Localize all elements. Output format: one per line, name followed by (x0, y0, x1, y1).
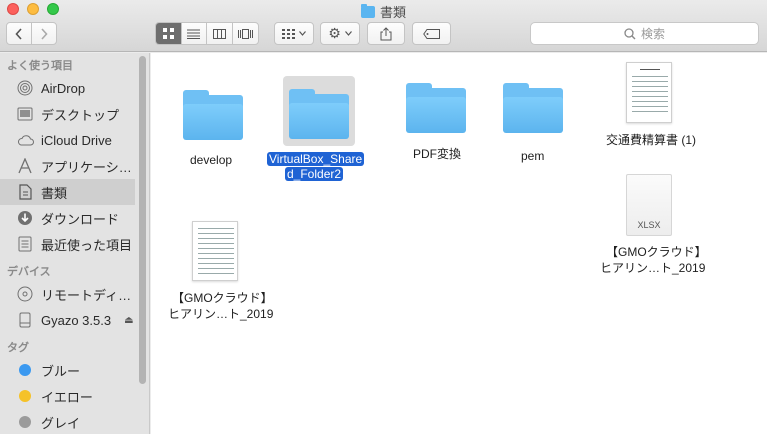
sidebar-section-favorites-header: よく使う項目 (7, 60, 73, 72)
desktop-icon (16, 105, 34, 123)
sidebar-item-remote-disc[interactable]: リモートディ… (0, 281, 135, 307)
sidebar-item-label: イエロー (41, 389, 93, 405)
icon-view-button[interactable] (156, 23, 182, 44)
sidebar-item-label: AirDrop (41, 80, 86, 96)
edit-tags-button[interactable] (412, 22, 451, 45)
sidebar-item-label: 書類 (41, 185, 68, 201)
tag-color-dot-icon (16, 387, 34, 405)
sidebar-item-tag-yellow[interactable]: イエロー (0, 383, 135, 409)
column-view-button[interactable] (207, 23, 233, 44)
tag-icon (422, 28, 440, 39)
sidebar-section-tags-header: タグ (7, 342, 29, 354)
sidebar-item-tag-blue[interactable]: ブルー (0, 357, 135, 383)
window-title-text: 書類 (379, 5, 406, 20)
sidebar-item-documents[interactable]: 書類 (0, 179, 135, 205)
sidebar-item-label: デスクトップ (41, 107, 120, 123)
sidebar-section-devices-header: デバイス (7, 266, 51, 278)
file-name-line1: 【GMOクラウド】 (606, 245, 707, 259)
documents-icon (16, 183, 34, 201)
nav-buttons (6, 22, 57, 45)
sidebar-item-label: アプリケーシ… (41, 159, 132, 175)
sidebar: よく使う項目 AirDrop デスクトップ iCloud Drive アプリケー… (0, 53, 150, 434)
sidebar-item-icloud-drive[interactable]: iCloud Drive (0, 127, 135, 153)
recents-icon (16, 235, 34, 253)
sidebar-item-label: Gyazo 3.5.3 (41, 312, 112, 328)
action-button[interactable]: ⚙ (320, 22, 360, 45)
sidebar-item-gyazo[interactable]: Gyazo 3.5.3 ⏏ (0, 307, 135, 333)
file-name-line1: VirtualBox_Share (267, 152, 365, 166)
document-thumbnail-icon (192, 221, 238, 281)
remote-disc-icon (16, 285, 34, 303)
list-lines-icon (187, 29, 201, 39)
chevron-right-icon (41, 27, 48, 40)
sidebar-scrollbar[interactable] (139, 56, 146, 384)
sidebar-item-recents[interactable]: 最近使った項目 (0, 231, 135, 257)
search-placeholder: 検索 (640, 27, 665, 41)
sidebar-item-downloads[interactable]: ダウンロード (0, 205, 135, 231)
file-name-line2: d_Folder2 (285, 167, 344, 181)
arrange-button[interactable] (274, 22, 314, 45)
file-name: pem (521, 149, 545, 163)
sidebar-item-label: グレイ (41, 415, 81, 431)
list-view-button[interactable] (182, 23, 207, 44)
gear-icon: ⚙ (328, 25, 341, 41)
icon-grid-icon (162, 28, 174, 39)
chevron-down-icon (299, 31, 306, 36)
search-icon (624, 27, 636, 39)
document-thumbnail-icon (626, 62, 672, 123)
cover-flow-view-button[interactable] (233, 23, 258, 44)
downloads-icon (16, 209, 34, 227)
search-field[interactable]: 検索 (530, 22, 759, 45)
share-icon (380, 26, 392, 40)
file-name: 交通費精算書 (1) (606, 133, 697, 147)
sidebar-item-label: 最近使った項目 (41, 237, 133, 253)
file-name-line2: ヒアリン…ト_2019 (168, 307, 274, 321)
view-mode-control (155, 22, 259, 45)
arrange-grid-icon (282, 28, 295, 39)
file-name: develop (190, 153, 233, 167)
cloud-icon (16, 131, 34, 149)
window-toolbar: 書類 ⚙ 検索 (0, 0, 767, 52)
sidebar-item-label: iCloud Drive (41, 132, 112, 148)
sidebar-item-applications[interactable]: アプリケーシ… (0, 153, 135, 179)
applications-icon (16, 157, 34, 175)
sidebar-item-tag-gray[interactable]: グレイ (0, 409, 135, 434)
file-name: PDF変換 (413, 147, 462, 161)
columns-icon (212, 28, 226, 39)
cover-flow-icon (237, 28, 253, 39)
share-button[interactable] (367, 22, 405, 45)
file-name-line1: 【GMOクラウド】 (172, 291, 273, 305)
disk-icon (16, 311, 34, 329)
sidebar-item-label: ブルー (41, 363, 81, 379)
file-icon-view: develop VirtualBox_Share d_Folder2 PDF変換… (151, 53, 767, 434)
back-button[interactable] (7, 23, 32, 44)
sidebar-item-label: リモートディ… (41, 287, 132, 303)
chevron-down-icon (344, 31, 352, 36)
eject-icon[interactable]: ⏏ (124, 315, 133, 326)
file-name-line2: ヒアリン…ト_2019 (600, 261, 706, 275)
documents-folder-icon (360, 3, 375, 18)
tag-color-dot-icon (16, 413, 34, 431)
file-type-badge: XLSX (637, 220, 661, 230)
airdrop-icon (16, 79, 34, 97)
tag-color-dot-icon (16, 361, 34, 379)
sidebar-item-label: ダウンロード (41, 211, 120, 227)
window-title: 書類 (0, 2, 767, 21)
forward-button[interactable] (32, 23, 56, 44)
chevron-left-icon (15, 27, 22, 40)
sidebar-item-airdrop[interactable]: AirDrop (0, 75, 135, 101)
sidebar-item-desktop[interactable]: デスクトップ (0, 101, 135, 127)
